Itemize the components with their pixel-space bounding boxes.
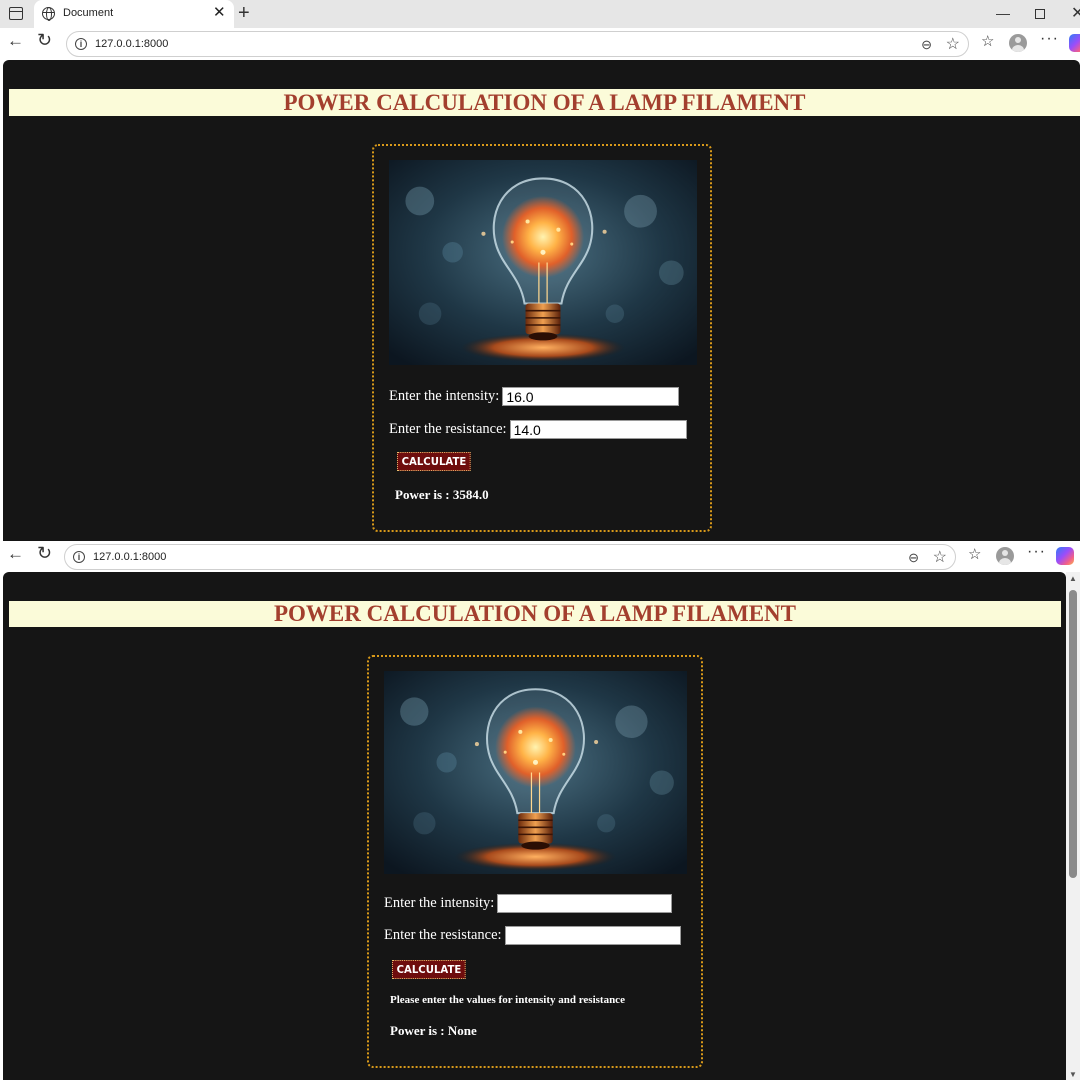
intensity-label: Enter the intensity: [389, 388, 500, 404]
resistance-label: Enter the resistance: [389, 421, 507, 437]
browser-toolbar: ← ↻ i 127.0.0.1:8000 ⊖ ☆ ☆ ··· [0, 28, 1080, 60]
scroll-down-icon[interactable]: ▼ [1069, 1070, 1077, 1079]
more-icon[interactable]: ··· [1040, 30, 1059, 48]
validation-message: Please enter the values for intensity an… [390, 994, 625, 1006]
page-viewport-empty: POWER CALCULATION OF A LAMP FILAMENT Ent… [3, 572, 1066, 1080]
back-icon[interactable]: ← [7, 544, 24, 564]
calculator-card: Enter the intensity: Enter the resistanc… [372, 144, 712, 532]
resistance-input[interactable] [509, 420, 687, 439]
tab-document[interactable]: Document ✕ [34, 0, 234, 28]
profile-icon[interactable] [1009, 34, 1027, 52]
intensity-input[interactable] [497, 894, 673, 913]
address-bar[interactable]: i 127.0.0.1:8000 ⊖ ☆ [64, 544, 956, 570]
zoom-icon[interactable]: ⊖ [921, 37, 932, 53]
calculate-button[interactable]: CALCULATE [397, 452, 471, 471]
tab-title: Document [63, 7, 114, 19]
resistance-row: Enter the resistance: [384, 926, 681, 945]
scroll-thumb[interactable] [1069, 590, 1077, 878]
address-bar[interactable]: i 127.0.0.1:8000 ⊖ ☆ [66, 31, 969, 57]
url-text[interactable]: 127.0.0.1:8000 [93, 551, 166, 563]
star-icon[interactable]: ☆ [933, 547, 947, 567]
lightbulb-image [389, 160, 697, 365]
new-tab-icon[interactable]: + [238, 1, 250, 25]
favorites-icon[interactable]: ☆ [981, 32, 994, 50]
maximize-icon[interactable] [1035, 9, 1045, 19]
calculate-button[interactable]: CALCULATE [392, 960, 466, 979]
copilot-icon[interactable] [1069, 34, 1080, 52]
globe-icon [42, 7, 55, 21]
intensity-input[interactable] [502, 387, 680, 406]
resistance-label: Enter the resistance: [384, 927, 502, 943]
copilot-icon[interactable] [1056, 547, 1074, 565]
intensity-row: Enter the intensity: [389, 387, 680, 406]
resistance-input[interactable] [504, 926, 681, 945]
close-window-icon[interactable]: ✕ [1071, 3, 1080, 23]
back-icon[interactable]: ← [7, 31, 24, 51]
info-icon[interactable]: i [75, 38, 87, 50]
lightbulb-image [384, 671, 687, 874]
calculator-card: Enter the intensity: Enter the resistanc… [367, 655, 703, 1068]
info-icon[interactable]: i [73, 551, 85, 563]
page-scrollbar[interactable]: ▲ ▼ [1066, 572, 1080, 1080]
more-icon[interactable]: ··· [1027, 543, 1046, 561]
browser-toolbar-second: ← ↻ i 127.0.0.1:8000 ⊖ ☆ ☆ ··· [0, 541, 1080, 572]
tab-close-icon[interactable]: ✕ [213, 4, 226, 22]
intensity-row: Enter the intensity: [384, 894, 673, 913]
sidebar-icon[interactable] [9, 7, 23, 20]
page-title: POWER CALCULATION OF A LAMP FILAMENT [9, 601, 1061, 627]
resistance-row: Enter the resistance: [389, 420, 687, 439]
url-text[interactable]: 127.0.0.1:8000 [95, 38, 168, 50]
zoom-icon[interactable]: ⊖ [908, 550, 919, 566]
favorites-icon[interactable]: ☆ [968, 545, 981, 563]
reload-icon[interactable]: ↻ [37, 543, 52, 564]
minimize-icon[interactable]: — [996, 5, 1010, 21]
intensity-label: Enter the intensity: [384, 895, 495, 911]
power-result: Power is : None [390, 1023, 477, 1038]
tab-bar: Document ✕ + — ✕ [0, 0, 1080, 28]
power-result: Power is : 3584.0 [395, 487, 489, 502]
star-icon[interactable]: ☆ [946, 34, 960, 54]
reload-icon[interactable]: ↻ [37, 30, 52, 51]
page-viewport-result: POWER CALCULATION OF A LAMP FILAMENT Ent… [3, 60, 1080, 541]
profile-icon[interactable] [996, 547, 1014, 565]
scroll-up-icon[interactable]: ▲ [1069, 574, 1077, 583]
page-title: POWER CALCULATION OF A LAMP FILAMENT [9, 89, 1080, 116]
